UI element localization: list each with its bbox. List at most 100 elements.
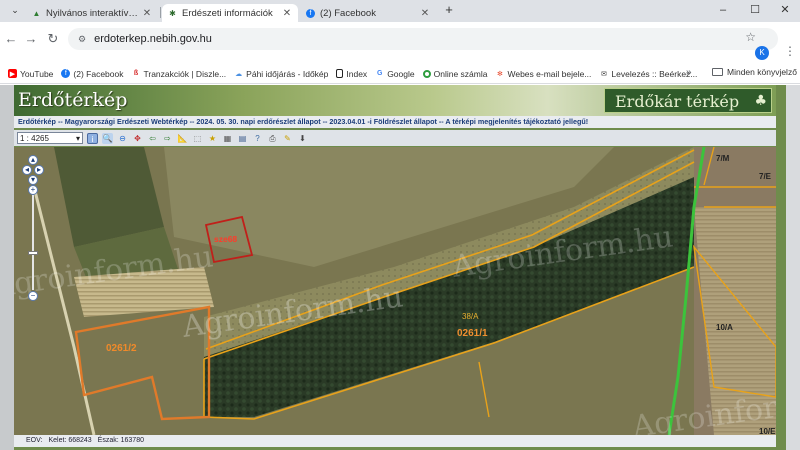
bookmark-google[interactable]: G Google xyxy=(375,69,415,79)
index-icon xyxy=(336,69,344,78)
measure-icon[interactable]: 📐 xyxy=(177,133,188,144)
site-favicon-icon: ▲ xyxy=(32,8,41,18)
pan-left-icon[interactable]: ⇦ xyxy=(147,133,158,144)
bookmark-label: Online számla xyxy=(433,68,488,79)
bookmark-icon[interactable]: ✎ xyxy=(282,133,293,144)
weather-icon: ☁ xyxy=(235,70,243,78)
logo-right-text: Erdőkár térkép xyxy=(615,92,740,111)
bookmark-idokep[interactable]: ☁ Páhi időjárás - Időkép xyxy=(234,69,328,79)
erdokar-terkep-logo[interactable]: Erdőkár térkép ♣ xyxy=(604,88,772,113)
site-info-icon[interactable]: ⚙ xyxy=(78,34,86,45)
close-window-button[interactable]: ✕ xyxy=(776,3,794,17)
back-arrow-icon[interactable]: ← xyxy=(2,30,20,48)
bookmark-label: Páhi időjárás - Időkép xyxy=(246,68,329,79)
coordinate-status: EOV: Kelet: 668243 Észak: 163780 xyxy=(14,435,776,447)
bookmark-label: Levelezés :: Beérkez... xyxy=(611,68,698,79)
zoom-out-icon[interactable]: − xyxy=(28,291,38,301)
url-text: erdoterkep.nebih.gov.hu xyxy=(94,33,212,45)
map-label-0261-2: 0261/2 xyxy=(106,343,137,354)
pan-right-icon[interactable]: ⇨ xyxy=(162,133,173,144)
scale-value: 1 : 4265 xyxy=(20,133,49,143)
page-margin xyxy=(786,85,800,450)
coords-label: EOV: xyxy=(26,437,43,444)
invoice-icon xyxy=(422,69,431,78)
tab-erdoterkep[interactable]: ▲ Nyilvános interaktív erdőtérkép ✕ xyxy=(26,4,158,22)
pan-right-icon[interactable]: ▸ xyxy=(34,165,44,175)
zoom-box-icon[interactable]: ✥ xyxy=(132,133,143,144)
bookmark-label: Tranzakciók | Diszle... xyxy=(143,68,227,79)
profile-avatar[interactable]: K xyxy=(755,46,769,60)
all-bookmarks-folder[interactable]: Minden könyvjelző xyxy=(712,67,797,77)
folder-icon xyxy=(712,68,723,76)
new-tab-button[interactable]: + xyxy=(440,3,458,17)
tab-erdeszeti-informaciok[interactable]: ✱ Erdészeti információk ✕ xyxy=(162,4,298,22)
close-tab-icon[interactable]: ✕ xyxy=(420,8,430,19)
bookmark-label: Minden könyvjelző xyxy=(727,67,797,77)
pan-up-icon[interactable]: ▴ xyxy=(28,155,38,165)
zoom-out-icon[interactable]: ⊖ xyxy=(117,133,128,144)
erdoterkep-logo[interactable]: Erdőtérkép xyxy=(14,86,194,114)
maximize-button[interactable]: ☐ xyxy=(746,3,764,17)
bookmark-online-szamla[interactable]: Online számla xyxy=(422,68,488,79)
bookmark-label: (2) Facebook xyxy=(73,68,124,79)
tab-facebook[interactable]: f (2) Facebook ✕ xyxy=(300,4,436,22)
satellite-map: sze68 0261/2 38/A 0261/1 7/M 7/E 10/A 10… xyxy=(14,147,776,435)
address-bar[interactable]: ⚙ erdoterkep.nebih.gov.hu ☆ xyxy=(68,28,778,50)
tab-divider xyxy=(160,7,161,18)
pan-down-icon[interactable]: ▾ xyxy=(28,175,38,185)
map-label-7m: 7/M xyxy=(716,154,730,163)
map-view[interactable]: sze68 0261/2 38/A 0261/1 7/M 7/E 10/A 10… xyxy=(14,147,776,435)
bookmark-levelezes[interactable]: ✉ Levelezés :: Beérkez... xyxy=(599,69,697,79)
bookmark-webes-email[interactable]: ✻ Webes e-mail bejele... xyxy=(495,69,591,79)
bookmark-youtube[interactable]: ▶ YouTube xyxy=(8,69,53,79)
zoom-rail[interactable] xyxy=(32,195,34,290)
page-margin xyxy=(0,85,14,450)
grid-icon[interactable]: ▦ xyxy=(222,133,233,144)
help-icon[interactable]: ? xyxy=(252,133,263,144)
map-label-0261-1: 0261/1 xyxy=(457,328,488,339)
bookmark-index[interactable]: Index xyxy=(336,69,367,79)
envelope-icon: ✉ xyxy=(600,70,607,78)
map-label-38a: 38/A xyxy=(462,312,479,321)
tab-strip: ⌄ ▲ Nyilvános interaktív erdőtérkép ✕ ✱ … xyxy=(0,0,800,22)
map-label-sze68: sze68 xyxy=(214,234,237,244)
print-icon[interactable]: ⎙ xyxy=(267,133,278,144)
close-tab-icon[interactable]: ✕ xyxy=(142,8,152,19)
bookmark-facebook[interactable]: f (2) Facebook xyxy=(61,68,124,79)
scale-select[interactable]: 1 : 4265 ▾ xyxy=(17,132,83,144)
facebook-icon: f xyxy=(306,8,315,18)
close-tab-icon[interactable]: ✕ xyxy=(282,8,292,19)
map-breadcrumb: Erdőtérkép -- Magyarországi Erdészeti We… xyxy=(14,116,776,128)
favorite-star-icon[interactable]: ★ xyxy=(207,133,218,144)
reload-icon[interactable]: ↻ xyxy=(44,30,62,48)
bookmark-label: Webes e-mail bejele... xyxy=(507,68,592,79)
mail-icon: ✻ xyxy=(497,70,503,78)
chevron-right-icon[interactable]: » xyxy=(686,67,692,78)
select-icon[interactable]: ⬚ xyxy=(192,133,203,144)
forward-arrow-icon[interactable]: → xyxy=(22,30,40,48)
star-favicon-icon: ✱ xyxy=(169,8,176,18)
zoom-slider[interactable]: ▴ ◂ ▸ ▾ + − xyxy=(22,155,44,301)
bank-icon: ß xyxy=(133,70,139,77)
tab-title: Erdészeti információk xyxy=(182,7,273,19)
pan-left-icon[interactable]: ◂ xyxy=(22,165,32,175)
youtube-icon: ▶ xyxy=(8,69,17,78)
facebook-icon: f xyxy=(61,69,71,78)
bookmark-tranzakciok[interactable]: ß Tranzakciók | Diszle... xyxy=(132,68,227,79)
map-label-7e: 7/E xyxy=(759,172,772,181)
tab-search-button[interactable]: ⌄ xyxy=(6,3,24,17)
bookmark-star-icon[interactable]: ☆ xyxy=(745,30,756,44)
zoom-in-icon[interactable]: 🔍 xyxy=(102,132,113,144)
coords-north: Észak: 163780 xyxy=(97,437,144,444)
zoom-knob[interactable] xyxy=(28,251,38,255)
tab-title: Nyilvános interaktív erdőtérkép xyxy=(46,7,138,19)
coords-east: Kelet: 668243 xyxy=(48,437,92,444)
zoom-in-icon[interactable]: + xyxy=(28,185,38,195)
tree-icon: ♣ xyxy=(754,93,767,109)
layers-icon[interactable]: ▤ xyxy=(237,133,248,144)
info-icon[interactable]: i xyxy=(87,132,98,144)
minimize-button[interactable]: – xyxy=(714,3,732,17)
download-icon[interactable]: ⬇ xyxy=(297,133,308,144)
menu-kebab-icon[interactable]: ⋮ xyxy=(784,44,796,58)
tab-title: (2) Facebook xyxy=(320,7,376,19)
